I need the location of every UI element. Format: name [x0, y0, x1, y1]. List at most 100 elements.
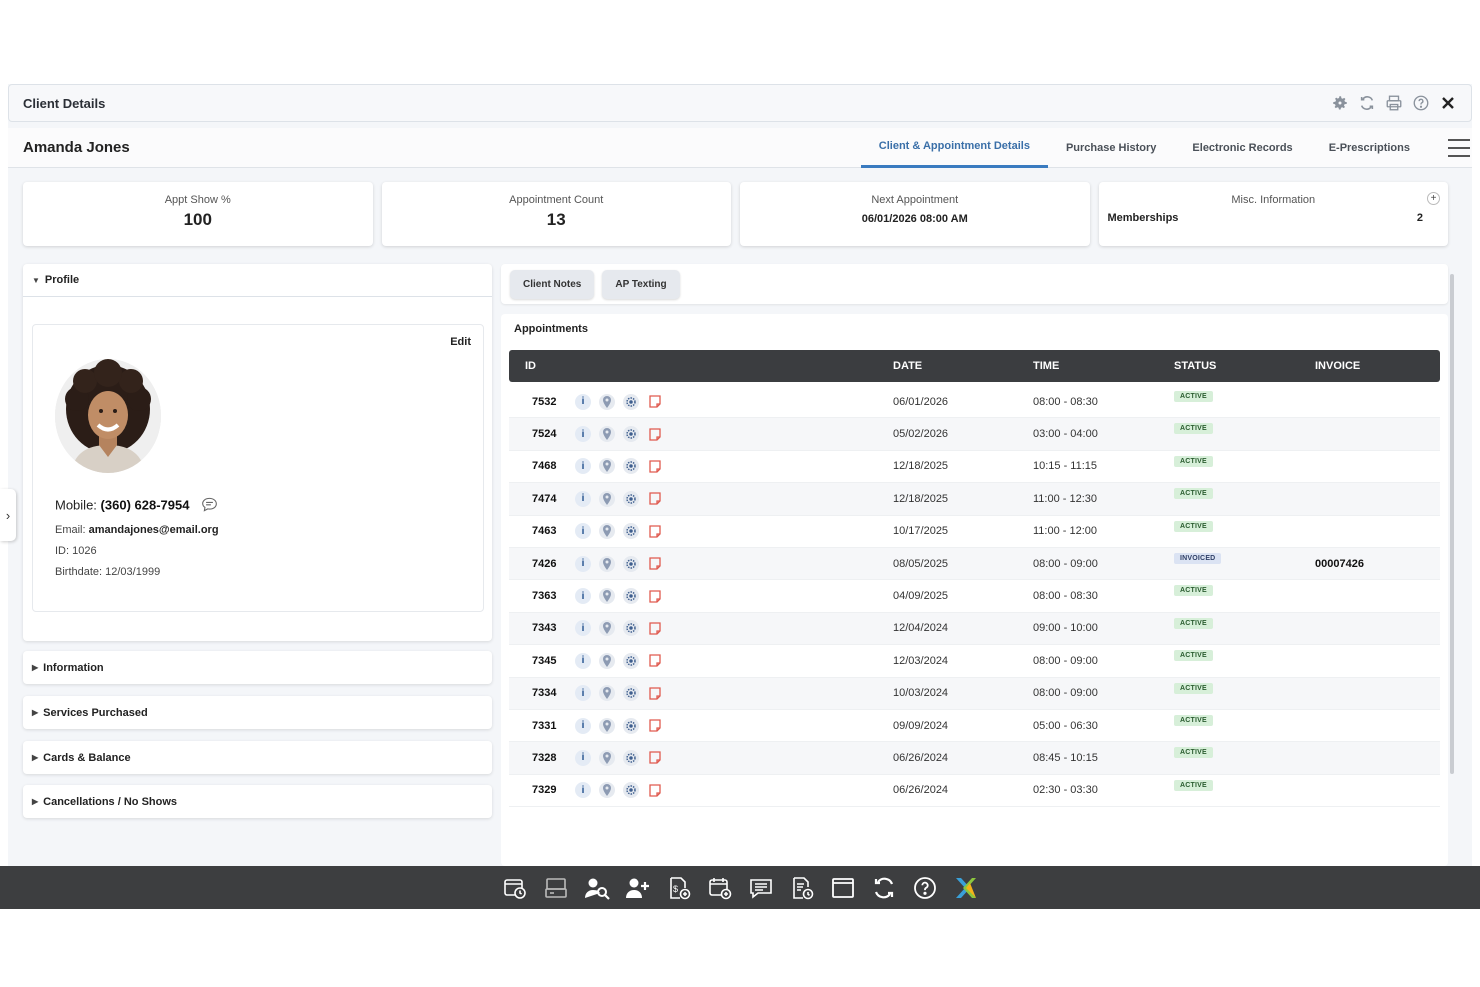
column-time[interactable]: TIME: [1033, 360, 1059, 372]
app-logo-icon[interactable]: [952, 874, 980, 902]
appointment-id[interactable]: 7328: [532, 752, 556, 764]
note-icon[interactable]: [647, 750, 663, 766]
table-row[interactable]: 7468 i 12/18/2025 10:15 - 11:15 ACTIVE: [509, 451, 1440, 484]
appointment-id[interactable]: 7426: [532, 558, 556, 570]
settings-icon[interactable]: [623, 523, 639, 540]
location-pin-icon[interactable]: [599, 555, 615, 572]
info-icon[interactable]: i: [575, 393, 591, 410]
info-icon[interactable]: i: [575, 523, 591, 540]
expand-sidebar-button[interactable]: ›: [0, 489, 16, 541]
cancellations-section[interactable]: ▶ Cancellations / No Shows: [23, 785, 492, 818]
note-icon[interactable]: [647, 620, 663, 636]
location-pin-icon[interactable]: [599, 782, 615, 799]
location-pin-icon[interactable]: [599, 523, 615, 540]
info-icon[interactable]: i: [575, 685, 591, 702]
client-notes-button[interactable]: Client Notes: [510, 269, 595, 299]
register-icon[interactable]: [542, 874, 570, 902]
appointment-id[interactable]: 7463: [532, 525, 556, 537]
memberships-row[interactable]: Memberships 2: [1099, 212, 1449, 224]
settings-icon[interactable]: [623, 555, 639, 572]
location-pin-icon[interactable]: [599, 426, 615, 443]
info-icon[interactable]: i: [575, 652, 591, 669]
info-icon[interactable]: i: [575, 717, 591, 734]
note-icon[interactable]: [647, 718, 663, 734]
settings-icon[interactable]: [623, 717, 639, 734]
edit-profile-button[interactable]: Edit: [450, 336, 471, 348]
location-pin-icon[interactable]: [599, 620, 615, 637]
note-icon[interactable]: [647, 685, 663, 701]
window-icon[interactable]: [829, 874, 857, 902]
settings-icon[interactable]: [623, 458, 639, 475]
column-status[interactable]: STATUS: [1174, 360, 1216, 372]
profile-section-header[interactable]: ▼ Profile: [23, 264, 492, 297]
table-row[interactable]: 7345 i 12/03/2024 08:00 - 09:00 ACTIVE: [509, 645, 1440, 678]
add-appointment-icon[interactable]: [706, 874, 734, 902]
info-icon[interactable]: i: [575, 426, 591, 443]
tab-e-prescriptions[interactable]: E-Prescriptions: [1311, 128, 1428, 168]
add-misc-button[interactable]: +: [1427, 192, 1440, 205]
tab-purchase-history[interactable]: Purchase History: [1048, 128, 1174, 168]
menu-icon[interactable]: [1448, 137, 1470, 159]
calendar-clock-icon[interactable]: [501, 874, 529, 902]
settings-icon[interactable]: [623, 782, 639, 799]
location-pin-icon[interactable]: [599, 652, 615, 669]
table-row[interactable]: 7463 i 10/17/2025 11:00 - 12:00 ACTIVE: [509, 516, 1440, 548]
mobile-value[interactable]: (360) 628-7954: [101, 497, 190, 512]
table-row[interactable]: 7363 i 04/09/2025 08:00 - 08:30 ACTIVE: [509, 580, 1440, 613]
settings-icon[interactable]: [623, 426, 639, 443]
info-icon[interactable]: i: [575, 588, 591, 605]
location-pin-icon[interactable]: [599, 393, 615, 410]
help-icon[interactable]: [1412, 94, 1430, 112]
invoice-add-icon[interactable]: $: [665, 874, 693, 902]
appointment-id[interactable]: 7343: [532, 622, 556, 634]
add-client-icon[interactable]: [624, 874, 652, 902]
info-icon[interactable]: i: [575, 458, 591, 475]
appointment-id[interactable]: 7345: [532, 655, 556, 667]
information-section[interactable]: ▶ Information: [23, 651, 492, 684]
location-pin-icon[interactable]: [599, 458, 615, 475]
location-pin-icon[interactable]: [599, 717, 615, 734]
close-icon[interactable]: [1439, 94, 1457, 112]
location-pin-icon[interactable]: [599, 685, 615, 702]
info-icon[interactable]: i: [575, 620, 591, 637]
table-row[interactable]: 7343 i 12/04/2024 09:00 - 10:00 ACTIVE: [509, 612, 1440, 646]
message-icon[interactable]: [201, 497, 218, 515]
column-date[interactable]: DATE: [893, 360, 922, 372]
column-id[interactable]: ID: [525, 360, 536, 372]
settings-icon[interactable]: [623, 749, 639, 766]
note-icon[interactable]: [647, 588, 663, 604]
location-pin-icon[interactable]: [599, 588, 615, 605]
appointment-id[interactable]: 7329: [532, 784, 556, 796]
appointment-id[interactable]: 7363: [532, 590, 556, 602]
settings-icon[interactable]: [623, 685, 639, 702]
appointment-id[interactable]: 7532: [532, 396, 556, 408]
info-icon[interactable]: i: [575, 749, 591, 766]
note-icon[interactable]: [647, 556, 663, 572]
cards-balance-section[interactable]: ▶ Cards & Balance: [23, 741, 492, 774]
table-row[interactable]: 7474 i 12/18/2025 11:00 - 12:30 ACTIVE: [509, 483, 1440, 516]
refresh-icon[interactable]: [1358, 94, 1376, 112]
print-icon[interactable]: [1385, 94, 1403, 112]
invoice-number[interactable]: 00007426: [1315, 558, 1364, 570]
table-row[interactable]: 7532 i 06/01/2026 08:00 - 08:30 ACTIVE: [509, 386, 1440, 419]
note-icon[interactable]: [647, 394, 663, 410]
note-icon[interactable]: [647, 491, 663, 507]
note-icon[interactable]: [647, 458, 663, 474]
messages-icon[interactable]: [747, 874, 775, 902]
info-icon[interactable]: i: [575, 555, 591, 572]
location-pin-icon[interactable]: [599, 490, 615, 507]
note-icon[interactable]: [647, 782, 663, 798]
table-row[interactable]: 7426 i 08/05/2025 08:00 - 09:00 INVOICED 0000…: [509, 547, 1440, 581]
appointment-id[interactable]: 7331: [532, 720, 556, 732]
note-icon[interactable]: [647, 653, 663, 669]
scrollbar[interactable]: [1450, 274, 1454, 774]
schedule-doc-icon[interactable]: [788, 874, 816, 902]
column-invoice[interactable]: INVOICE: [1315, 360, 1360, 372]
sync-icon[interactable]: [870, 874, 898, 902]
email-value[interactable]: amandajones@email.org: [89, 524, 219, 536]
tab-client-appointment-details[interactable]: Client & Appointment Details: [860, 128, 1048, 168]
settings-icon[interactable]: [623, 588, 639, 605]
info-icon[interactable]: i: [575, 782, 591, 799]
note-icon[interactable]: [647, 523, 663, 539]
location-pin-icon[interactable]: [599, 749, 615, 766]
